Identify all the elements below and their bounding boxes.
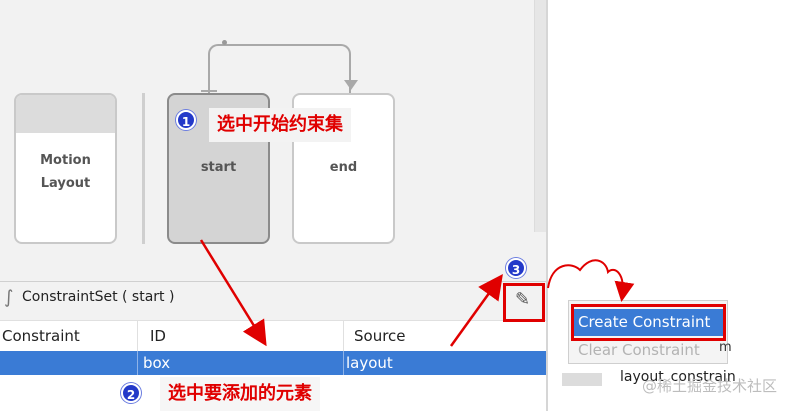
attribute-swatch xyxy=(562,373,602,386)
clear-constraint-menu-item[interactable]: Clear Constraint xyxy=(573,338,723,362)
watermark: @稀土掘金技术社区 xyxy=(642,377,778,395)
annotation-step-2: 选中要添加的元素 xyxy=(160,377,320,411)
truncated-text: m xyxy=(719,340,732,355)
vertical-scrollbar[interactable] xyxy=(534,0,546,232)
step-badge-2: 2 xyxy=(121,383,141,403)
end-node-label: end xyxy=(329,160,358,175)
motion-layout-label: Motion Layout xyxy=(40,153,91,191)
start-node-label: start xyxy=(200,160,237,175)
transition-arrow[interactable] xyxy=(208,44,351,94)
step-badge-1: 1 xyxy=(176,110,196,130)
highlight-create-constraint xyxy=(571,304,726,341)
motion-layout-header xyxy=(16,95,115,133)
annotation-step-1: 选中开始约束集 xyxy=(209,108,351,142)
table-row[interactable]: box layout xyxy=(0,351,546,375)
transition-start-marker xyxy=(201,90,217,92)
motion-layout-node[interactable]: Motion Layout xyxy=(14,93,117,244)
cell-source: layout xyxy=(346,354,393,372)
constraint-set-icon: ∫ xyxy=(4,287,14,308)
table-header: Constraint ID Source xyxy=(0,320,546,351)
constraint-set-title: ConstraintSet ( start ) xyxy=(22,289,175,305)
highlight-edit-button xyxy=(503,283,545,322)
cell-constraint xyxy=(0,351,138,375)
step-badge-3: 3 xyxy=(506,258,526,278)
cell-id: box xyxy=(138,351,344,375)
column-header-constraint[interactable]: Constraint xyxy=(0,321,138,351)
arrow-to-create xyxy=(547,259,635,302)
node-separator xyxy=(142,93,145,244)
panel-divider[interactable] xyxy=(546,0,548,411)
column-header-id[interactable]: ID xyxy=(138,321,344,351)
arrow-head-icon xyxy=(344,80,358,90)
column-header-source[interactable]: Source xyxy=(344,321,546,351)
transition-handle[interactable] xyxy=(222,40,227,45)
